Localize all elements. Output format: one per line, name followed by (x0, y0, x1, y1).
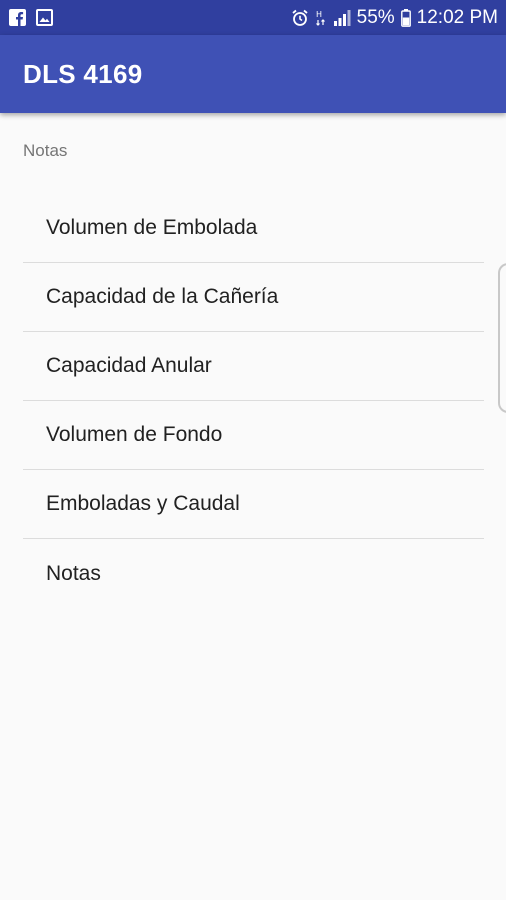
edge-panel-handle[interactable] (498, 263, 506, 413)
image-icon (36, 9, 53, 26)
menu-item-emboladas-y-caudal[interactable]: Emboladas y Caudal (23, 470, 484, 539)
battery-percent: 55% (356, 6, 395, 28)
menu-item-capacidad-anular[interactable]: Capacidad Anular (23, 332, 484, 401)
battery-icon (400, 8, 411, 27)
main-content: Notas Volumen de Embolada Capacidad de l… (0, 113, 506, 900)
status-left-icons (9, 9, 53, 26)
status-right-icons: H 55% 12:02 PM (291, 7, 498, 29)
facebook-icon (9, 9, 26, 26)
app-title: DLS 4169 (23, 58, 143, 89)
section-header: Notas (23, 141, 68, 160)
svg-text:H: H (316, 10, 322, 19)
app-bar: DLS 4169 (0, 35, 506, 113)
menu-item-notas[interactable]: Notas (23, 539, 484, 608)
data-icon: H (315, 9, 327, 27)
status-bar: H 55% 12:02 PM (0, 0, 506, 35)
clock: 12:02 PM (416, 6, 498, 28)
alarm-icon (291, 9, 309, 27)
menu-item-volumen-de-fondo[interactable]: Volumen de Fondo (23, 401, 484, 470)
menu-item-capacidad-de-la-caneria[interactable]: Capacidad de la Cañería (23, 263, 484, 332)
menu-list: Volumen de Embolada Capacidad de la Cañe… (23, 194, 484, 608)
menu-item-volumen-de-embolada[interactable]: Volumen de Embolada (23, 194, 484, 263)
signal-icon (333, 9, 351, 26)
